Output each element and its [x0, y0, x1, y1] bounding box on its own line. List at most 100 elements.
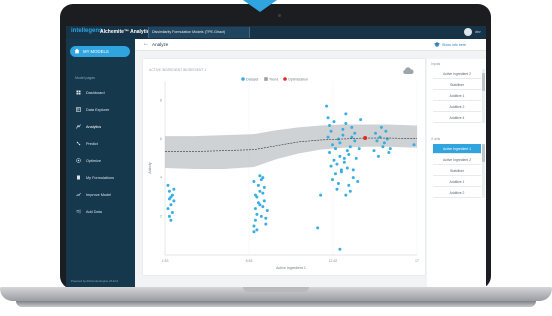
data-point[interactable] — [338, 154, 342, 158]
data-point[interactable] — [350, 125, 354, 129]
data-point[interactable] — [169, 218, 173, 222]
data-point[interactable] — [172, 199, 176, 203]
data-point[interactable] — [379, 125, 383, 129]
data-point[interactable] — [172, 187, 176, 191]
data-point[interactable] — [387, 151, 391, 155]
data-point[interactable] — [338, 141, 342, 145]
data-point[interactable] — [345, 149, 349, 153]
data-point[interactable] — [339, 170, 343, 174]
data-point[interactable] — [316, 226, 320, 230]
data-point[interactable] — [351, 176, 355, 180]
data-point[interactable] — [335, 162, 339, 166]
data-point[interactable] — [166, 207, 170, 211]
data-point[interactable] — [373, 131, 377, 135]
data-point[interactable] — [372, 149, 376, 153]
data-point[interactable] — [166, 183, 170, 187]
inputs-scroll-thumb[interactable] — [482, 73, 485, 91]
data-point[interactable] — [262, 199, 266, 203]
back-button[interactable]: ← — [143, 41, 149, 47]
data-point[interactable] — [169, 203, 173, 207]
data-point[interactable] — [259, 214, 263, 218]
data-point[interactable] — [350, 135, 354, 139]
data-point[interactable] — [329, 129, 333, 133]
sidebar-item-optimize[interactable]: Optimize — [66, 156, 135, 165]
show-info-link[interactable]: Show info here — [442, 43, 466, 47]
data-point[interactable] — [170, 210, 174, 214]
data-point[interactable] — [253, 218, 257, 222]
data-point[interactable] — [388, 147, 392, 151]
sidebar-item-analytics[interactable]: Analytics — [66, 122, 135, 131]
data-point[interactable] — [338, 247, 342, 251]
data-point[interactable] — [382, 141, 386, 145]
data-point[interactable] — [265, 209, 269, 213]
sidebar-item-my-formulations[interactable]: My Formulations — [66, 173, 135, 182]
data-point[interactable] — [342, 156, 346, 160]
data-point[interactable] — [255, 228, 259, 232]
data-point[interactable] — [347, 183, 351, 187]
data-point[interactable] — [326, 116, 330, 120]
data-point[interactable] — [258, 174, 262, 178]
data-point[interactable] — [412, 143, 416, 147]
sidebar-item-predict[interactable]: Predict — [66, 139, 135, 148]
data-point[interactable] — [332, 120, 336, 124]
data-point[interactable] — [348, 189, 352, 193]
data-point[interactable] — [167, 214, 171, 218]
data-point[interactable] — [253, 207, 257, 211]
data-point[interactable] — [356, 180, 360, 184]
optimization-point[interactable] — [363, 136, 368, 141]
data-point[interactable] — [329, 164, 333, 168]
data-point[interactable] — [351, 168, 355, 172]
data-point[interactable] — [252, 180, 256, 184]
data-point[interactable] — [256, 183, 260, 187]
data-point[interactable] — [353, 139, 357, 143]
sidebar-item-data-explorer[interactable]: Data Explorer — [66, 105, 135, 114]
data-point[interactable] — [261, 205, 265, 209]
data-point[interactable] — [344, 112, 348, 116]
data-point[interactable] — [347, 152, 351, 156]
data-point[interactable] — [336, 181, 340, 185]
data-point[interactable] — [252, 224, 256, 228]
user-menu[interactable]: dev — [475, 30, 481, 34]
data-point[interactable] — [348, 145, 352, 149]
data-point[interactable] — [331, 178, 335, 182]
data-point[interactable] — [331, 143, 335, 147]
data-point[interactable] — [375, 139, 379, 143]
data-point[interactable] — [359, 118, 363, 122]
data-point[interactable] — [264, 216, 268, 220]
cloud-download-icon[interactable] — [403, 67, 414, 75]
data-point[interactable] — [325, 104, 329, 108]
data-point[interactable] — [328, 123, 332, 127]
data-point[interactable] — [345, 166, 349, 170]
data-point[interactable] — [344, 193, 348, 197]
data-point[interactable] — [357, 147, 361, 151]
data-point[interactable] — [341, 133, 345, 137]
sidebar-item-improve-model[interactable]: Improve Model — [66, 190, 135, 199]
data-point[interactable] — [328, 151, 332, 155]
data-point[interactable] — [255, 212, 259, 216]
avatar[interactable] — [464, 28, 472, 36]
data-point[interactable] — [258, 203, 262, 207]
data-point[interactable] — [381, 145, 385, 149]
data-point[interactable] — [252, 230, 256, 234]
data-point[interactable] — [353, 131, 357, 135]
scatter-chart[interactable]: ACTIVE INGREDIENT INGREDIENT 1 Dataset Tr… — [143, 59, 425, 275]
data-point[interactable] — [319, 193, 323, 197]
sidebar-item-add-data[interactable]: Add Data — [66, 207, 135, 216]
data-point[interactable] — [384, 129, 388, 133]
data-point[interactable] — [326, 135, 330, 139]
data-point[interactable] — [341, 127, 345, 131]
data-point[interactable] — [333, 147, 337, 151]
data-point[interactable] — [344, 122, 348, 126]
data-point[interactable] — [261, 191, 265, 195]
data-point[interactable] — [342, 160, 346, 164]
data-point[interactable] — [167, 189, 171, 193]
data-point[interactable] — [169, 195, 173, 199]
data-point[interactable] — [332, 158, 336, 162]
data-point[interactable] — [354, 156, 358, 160]
data-point[interactable] — [264, 222, 268, 226]
data-point[interactable] — [262, 185, 266, 189]
data-point[interactable] — [333, 172, 337, 176]
data-point[interactable] — [261, 176, 265, 180]
data-point[interactable] — [253, 193, 257, 197]
sidebar-item-dashboard[interactable]: Dashboard — [66, 88, 135, 97]
